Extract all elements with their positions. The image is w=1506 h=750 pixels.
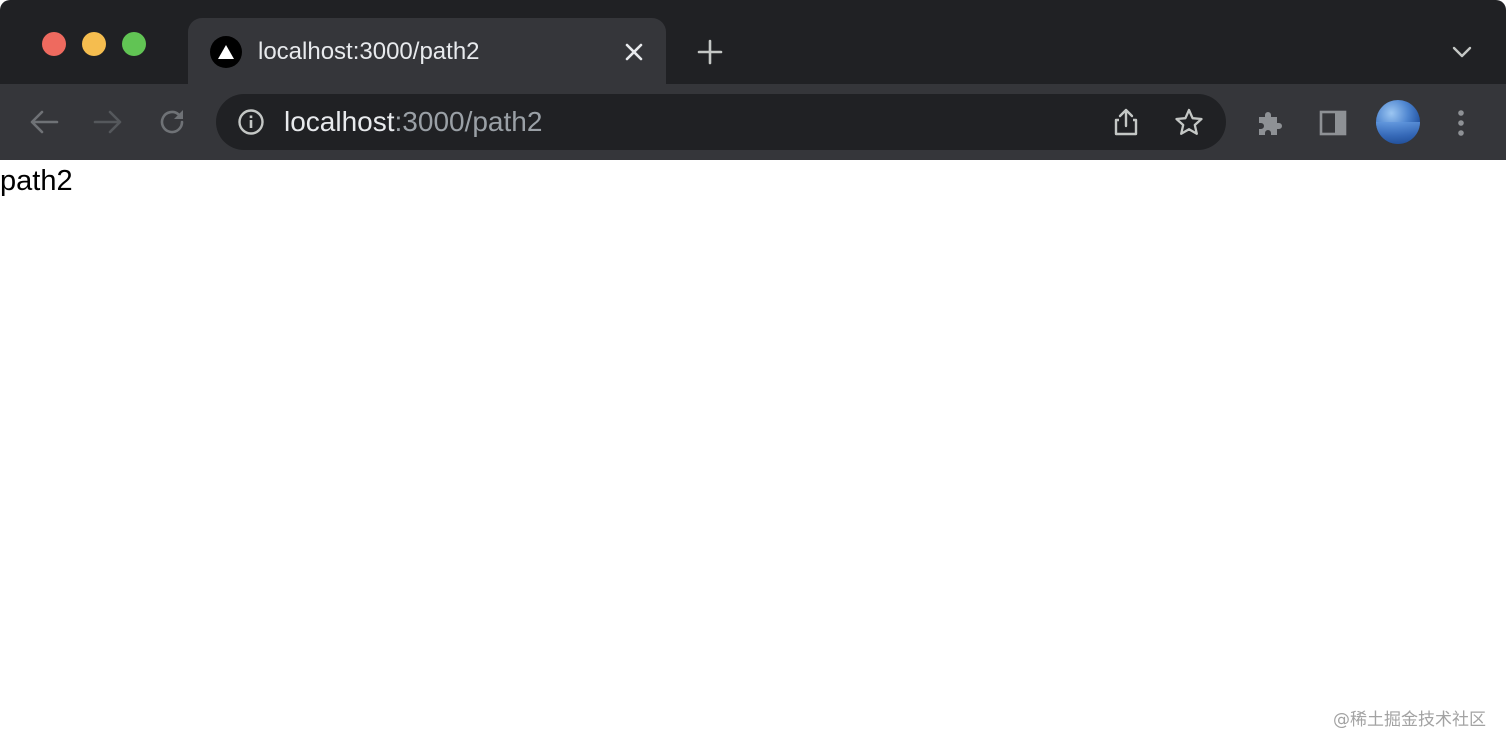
more-menu-icon[interactable]: [1444, 106, 1478, 140]
tab-title: localhost:3000/path2: [258, 38, 480, 65]
url-host: localhost: [284, 106, 395, 137]
extensions-puzzle-icon[interactable]: [1252, 106, 1286, 140]
forward-arrow-icon[interactable]: [92, 106, 124, 138]
browser-toolbar: localhost:3000/path2: [0, 84, 1506, 160]
close-window-button[interactable]: [42, 32, 66, 56]
page-viewport: path2 @稀土掘金技术社区: [0, 160, 1506, 750]
triangle-logo-icon: [210, 36, 242, 68]
side-panel-icon[interactable]: [1316, 106, 1350, 140]
new-tab-plus-icon[interactable]: [694, 36, 726, 68]
profile-avatar[interactable]: [1376, 100, 1420, 144]
back-arrow-icon[interactable]: [28, 106, 60, 138]
watermark-text: @稀土掘金技术社区: [1333, 710, 1486, 730]
tab-active[interactable]: localhost:3000/path2: [188, 18, 666, 84]
address-bar[interactable]: localhost:3000/path2: [216, 94, 1226, 150]
site-info-icon[interactable]: [236, 107, 266, 137]
chevron-down-icon[interactable]: [1448, 38, 1476, 66]
url-path: :3000/path2: [394, 106, 543, 137]
close-tab-icon[interactable]: [620, 38, 648, 66]
page-content-text: path2: [0, 165, 73, 197]
minimize-window-button[interactable]: [82, 32, 106, 56]
tab-strip: localhost:3000/path2: [0, 0, 1506, 84]
share-icon[interactable]: [1110, 106, 1142, 138]
zoom-window-button[interactable]: [122, 32, 146, 56]
reload-icon[interactable]: [156, 106, 188, 138]
browser-window: localhost:3000/path2 localhost:3000/path…: [0, 0, 1506, 750]
bookmark-star-icon[interactable]: [1172, 106, 1206, 138]
url-text[interactable]: localhost:3000/path2: [284, 106, 542, 138]
